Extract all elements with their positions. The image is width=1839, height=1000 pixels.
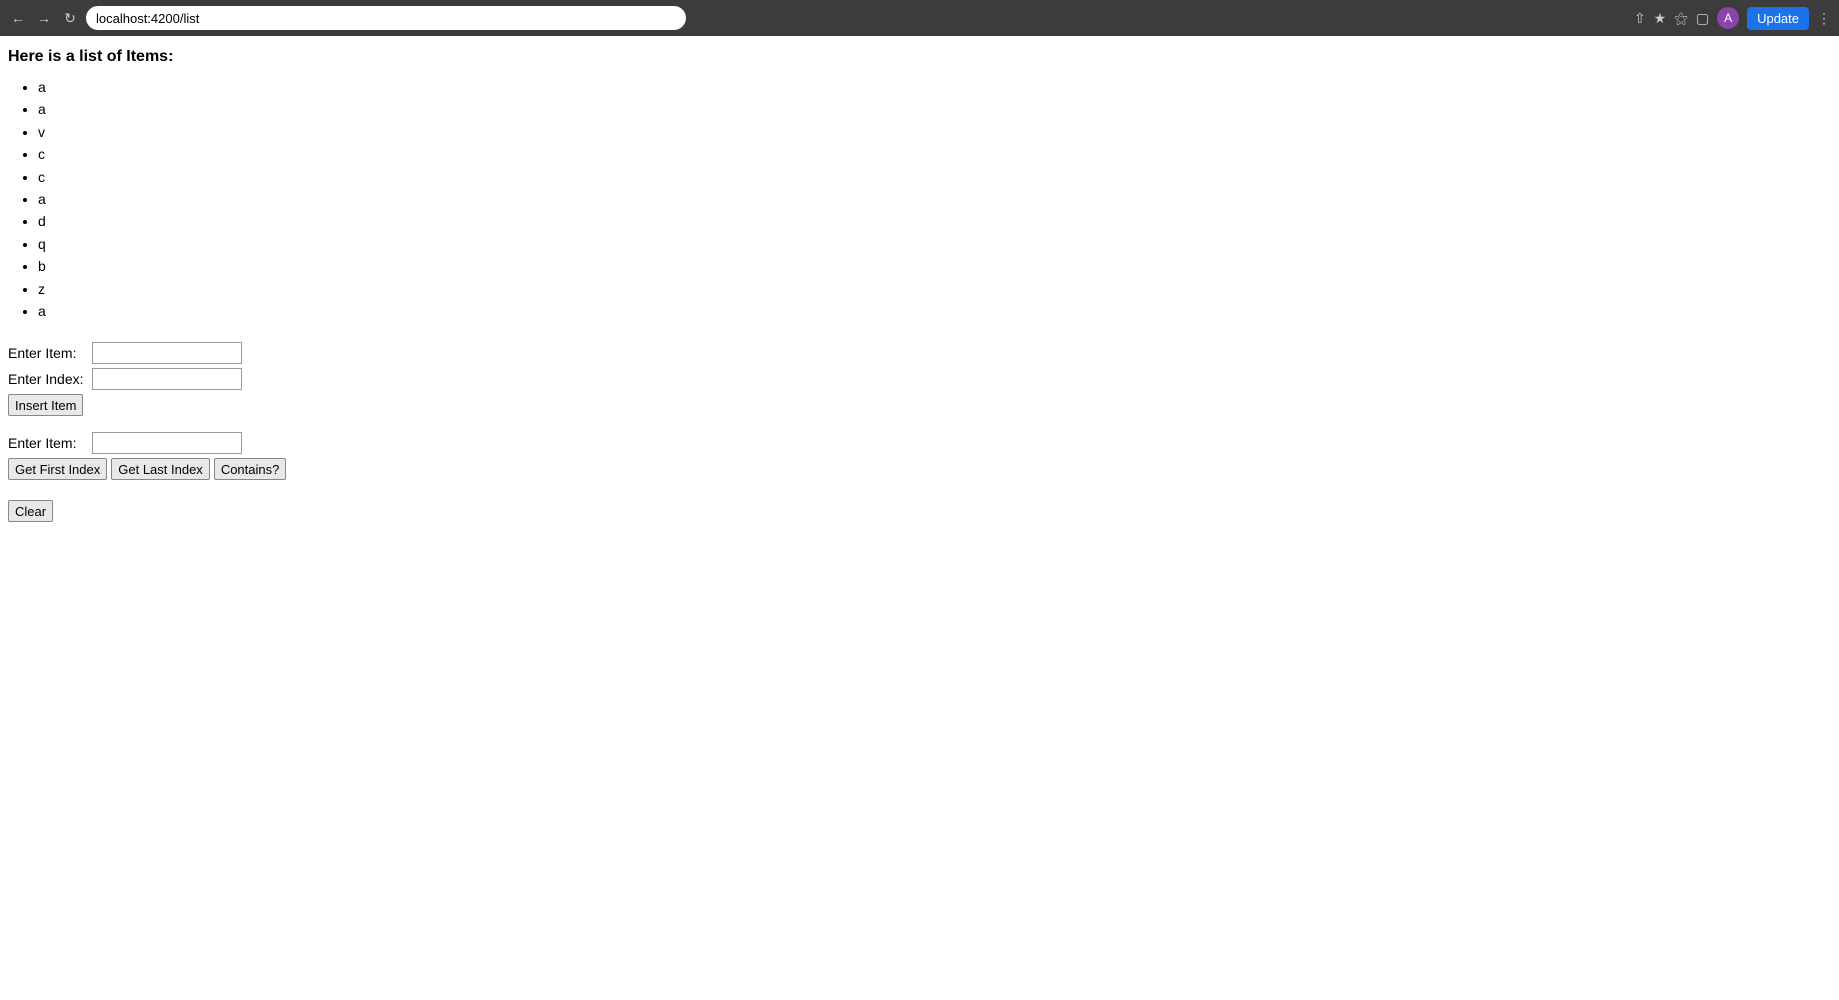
search-item-label: Enter Item: — [8, 435, 88, 451]
clear-button[interactable]: Clear — [8, 500, 53, 522]
update-button[interactable]: Update — [1747, 7, 1809, 30]
list-item: q — [38, 233, 1831, 255]
menu-icon[interactable]: ⋮ — [1817, 10, 1831, 27]
extensions-icon[interactable]: ⚝ — [1674, 10, 1688, 27]
search-item-input-row: Enter Item: — [8, 432, 1831, 454]
insert-item-input[interactable] — [92, 342, 242, 364]
clear-section: Clear — [8, 500, 1831, 522]
share-icon[interactable]: ⇧ — [1634, 10, 1646, 27]
browser-chrome: ← → ↻ ⇧ ★ ⚝ ▢ A Update ⋮ — [0, 0, 1839, 36]
insert-index-input[interactable] — [92, 368, 242, 390]
enter-index-label: Enter Index: — [8, 371, 88, 387]
search-button-row: Get First Index Get Last Index Contains? — [8, 458, 1831, 480]
insert-item-button[interactable]: Insert Item — [8, 394, 83, 416]
items-list: aavccadqbza — [8, 76, 1831, 322]
insert-section: Enter Item: Enter Index: Insert Item — [8, 342, 1831, 416]
list-item: b — [38, 255, 1831, 277]
avatar[interactable]: A — [1717, 7, 1739, 29]
list-item: c — [38, 143, 1831, 165]
page-content: Here is a list of Items: aavccadqbza Ent… — [0, 36, 1839, 534]
list-item: d — [38, 210, 1831, 232]
back-button[interactable]: ← — [8, 8, 28, 28]
get-first-index-button[interactable]: Get First Index — [8, 458, 107, 480]
search-item-input[interactable] — [92, 432, 242, 454]
profile-icon[interactable]: ▢ — [1696, 10, 1709, 27]
list-item: a — [38, 76, 1831, 98]
contains-button[interactable]: Contains? — [214, 458, 287, 480]
address-bar[interactable] — [86, 6, 686, 30]
list-item: a — [38, 98, 1831, 120]
list-item: v — [38, 121, 1831, 143]
list-item: z — [38, 278, 1831, 300]
get-last-index-button[interactable]: Get Last Index — [111, 458, 210, 480]
insert-button-row: Insert Item — [8, 394, 1831, 416]
refresh-button[interactable]: ↻ — [60, 8, 80, 28]
index-input-row: Enter Index: — [8, 368, 1831, 390]
forward-button[interactable]: → — [34, 8, 54, 28]
list-item: a — [38, 300, 1831, 322]
list-item: a — [38, 188, 1831, 210]
item-input-row: Enter Item: — [8, 342, 1831, 364]
list-item: c — [38, 166, 1831, 188]
bookmark-icon[interactable]: ★ — [1654, 10, 1667, 27]
browser-right-icons: ⇧ ★ ⚝ ▢ A Update ⋮ — [1634, 7, 1831, 30]
page-title: Here is a list of Items: — [8, 48, 1831, 66]
search-section: Enter Item: Get First Index Get Last Ind… — [8, 432, 1831, 480]
enter-item-label: Enter Item: — [8, 345, 88, 361]
